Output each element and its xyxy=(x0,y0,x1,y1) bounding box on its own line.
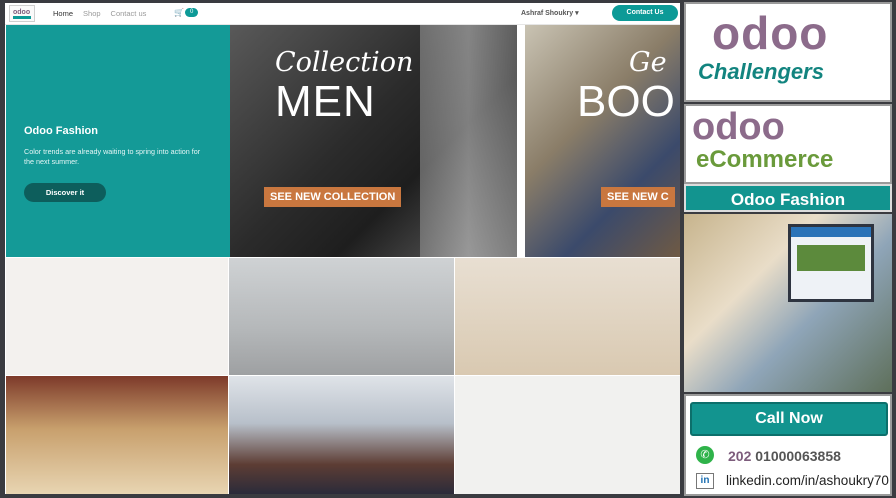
linkedin-icon: in xyxy=(696,473,714,489)
linkedin-url[interactable]: linkedin.com/in/ashoukry70 xyxy=(726,473,889,488)
odoo-logo: odoo xyxy=(692,106,785,148)
call-now-button[interactable]: Call Now xyxy=(690,402,888,436)
challengers-text: Challengers xyxy=(698,59,824,84)
banner-heading: MEN xyxy=(275,77,376,126)
hero-title: Odoo Fashion xyxy=(24,125,98,137)
site-logo[interactable]: odoo xyxy=(9,5,35,22)
odoo-fashion-title: Odoo Fashion xyxy=(684,184,892,212)
banner-background xyxy=(420,25,517,257)
banner-men[interactable]: Collection MEN SEE NEW COLLECTION xyxy=(230,25,517,257)
banner-script-text: Ge xyxy=(629,47,667,78)
nav-links: Home Shop Contact us xyxy=(53,9,146,18)
banner-cta[interactable]: SEE NEW COLLECTION xyxy=(264,187,402,207)
screen: odoo Home Shop Contact us 🛒 0 Ashraf Sho… xyxy=(0,0,896,498)
contact-card: Call Now ✆ 202 01000063858 in linkedin.c… xyxy=(684,394,892,496)
banner-boots[interactable]: Ge BOO SEE NEW C xyxy=(525,25,680,257)
cart-icon[interactable]: 🛒 xyxy=(174,8,184,17)
nav-link-contact[interactable]: Contact us xyxy=(111,9,147,18)
shopping-laptop-photo xyxy=(684,214,892,392)
ecommerce-text: eCommerce xyxy=(696,146,834,173)
product-tile-flatlay[interactable] xyxy=(6,258,228,375)
whatsapp-icon: ✆ xyxy=(696,446,714,464)
website-preview: odoo Home Shop Contact us 🛒 0 Ashraf Sho… xyxy=(5,3,680,494)
contact-us-button[interactable]: Contact Us xyxy=(612,5,678,21)
discover-button[interactable]: Discover it xyxy=(24,183,106,202)
laptop-screen-image xyxy=(788,224,874,302)
nav-link-home[interactable]: Home xyxy=(53,9,73,18)
top-navbar: odoo Home Shop Contact us 🛒 0 Ashraf Sho… xyxy=(5,3,680,25)
product-tile-bags[interactable] xyxy=(6,376,228,494)
banner-script-text: Collection xyxy=(275,47,414,78)
product-tile-accessories[interactable] xyxy=(455,376,680,494)
product-tile-store[interactable] xyxy=(455,258,680,375)
odoo-challengers-card: odoo Challengers xyxy=(684,2,892,102)
promo-column: odoo Challengers odoo eCommerce Odoo Fas… xyxy=(684,0,896,498)
banner-heading: BOO xyxy=(577,77,675,126)
odoo-ecommerce-card: odoo eCommerce xyxy=(684,104,892,184)
phone-number[interactable]: 202 01000063858 xyxy=(728,448,841,464)
hero-panel: Odoo Fashion Color trends are already wa… xyxy=(6,25,230,257)
cart-count-badge: 0 xyxy=(185,8,199,17)
odoo-logo: odoo xyxy=(712,7,829,59)
hero-text: Color trends are already waiting to spri… xyxy=(24,147,201,166)
product-tile-boots[interactable] xyxy=(229,258,454,375)
banner-cta[interactable]: SEE NEW C xyxy=(601,187,675,207)
product-tile-clothes-rack[interactable] xyxy=(229,376,454,494)
nav-link-shop[interactable]: Shop xyxy=(83,9,101,18)
user-menu[interactable]: Ashraf Shoukry ▾ xyxy=(521,9,579,17)
